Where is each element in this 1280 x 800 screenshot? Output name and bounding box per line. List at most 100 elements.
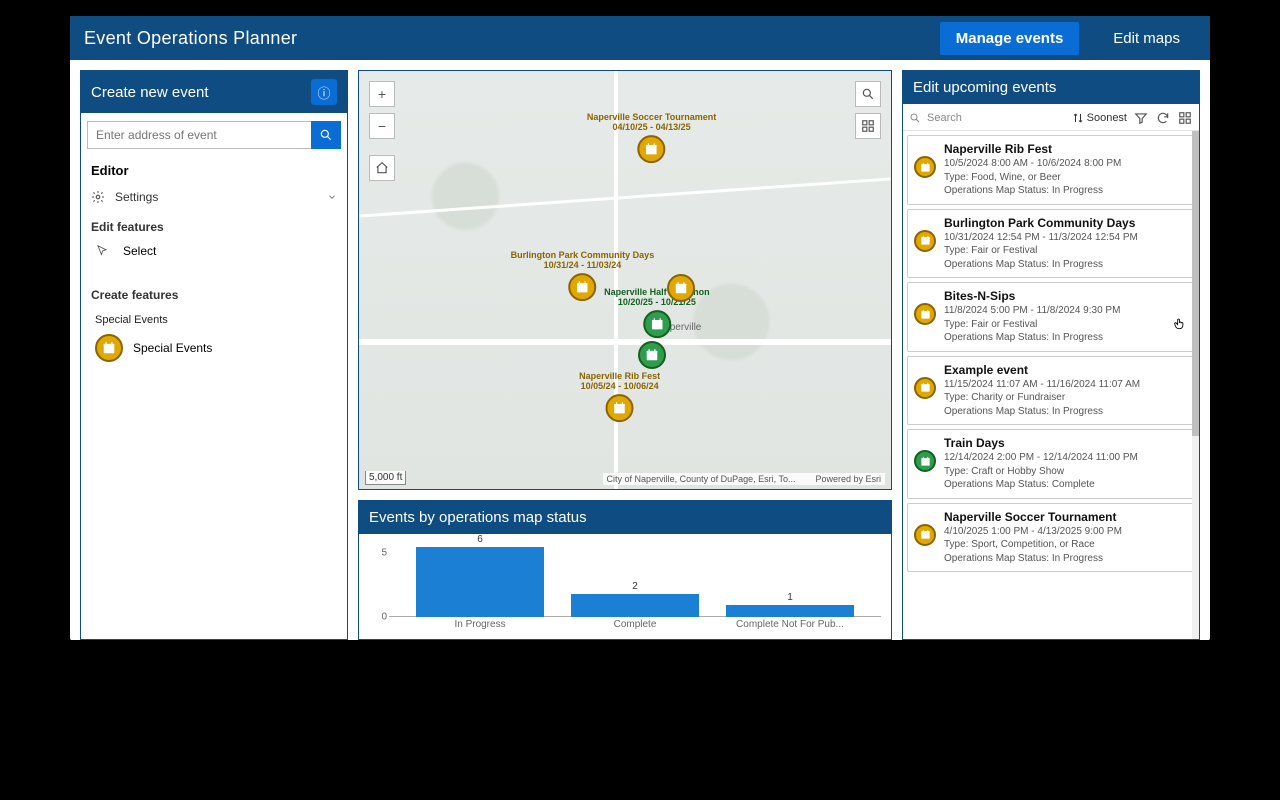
event-type: Type: Sport, Competition, or Race <box>944 538 1186 552</box>
create-event-title: Create new event <box>91 84 209 101</box>
event-dates: 10/5/2024 8:00 AM - 10/6/2024 8:00 PM <box>944 157 1186 171</box>
y-tick: 0 <box>381 612 387 623</box>
map-marker[interactable] <box>667 274 695 302</box>
event-title: Naperville Soccer Tournament <box>944 510 1186 524</box>
event-title: Bites-N-Sips <box>944 289 1186 303</box>
grid-icon <box>861 119 875 133</box>
address-search-input[interactable] <box>87 121 311 149</box>
event-type: Type: Craft or Hobby Show <box>944 465 1186 479</box>
event-type: Type: Charity or Fundraiser <box>944 391 1186 405</box>
chart: 0 5 6 2 1 In Progress Complete Complete Not F… <box>359 534 891 639</box>
marker-label: Naperville Soccer Tournament04/10/25 - 0… <box>587 113 716 133</box>
event-dates: 12/14/2024 2:00 PM - 12/14/2024 11:00 PM <box>944 451 1186 465</box>
filter-icon <box>1134 111 1148 125</box>
bar-value: 6 <box>477 534 483 545</box>
event-title: Example event <box>944 363 1186 377</box>
search-icon <box>861 87 875 101</box>
sort-button[interactable]: Soonest <box>1072 112 1127 124</box>
search-icon <box>909 112 921 124</box>
select-label: Select <box>123 244 156 258</box>
map-marker[interactable]: Naperville Rib Fest10/05/24 - 10/06/24 <box>579 372 660 422</box>
event-title: Naperville Rib Fest <box>944 142 1186 156</box>
settings-row[interactable]: Settings <box>81 184 347 210</box>
event-type: Type: Food, Wine, or Beer <box>944 171 1186 185</box>
event-status: Operations Map Status: Complete <box>944 478 1186 492</box>
info-icon[interactable]: ⓘ <box>311 79 337 105</box>
event-status: Operations Map Status: In Progress <box>944 184 1186 198</box>
editor-section-title: Editor <box>81 155 347 184</box>
event-title: Train Days <box>944 436 1186 450</box>
map[interactable]: Naperville Naperville Soccer Tournament0… <box>359 71 891 489</box>
gear-icon <box>91 190 105 204</box>
search-map-button[interactable] <box>855 81 881 107</box>
select-tool[interactable]: Select <box>81 238 347 264</box>
event-list-item[interactable]: Example event 11/15/2024 11:07 AM - 11/1… <box>907 356 1195 426</box>
calendar-icon <box>638 341 666 369</box>
edit-upcoming-title: Edit upcoming events <box>913 79 1056 96</box>
event-list-item[interactable]: Bites-N-Sips 11/8/2024 5:00 PM - 11/8/20… <box>907 282 1195 352</box>
address-search-button[interactable] <box>311 121 341 149</box>
map-marker[interactable] <box>638 341 666 369</box>
event-status: Operations Map Status: In Progress <box>944 331 1186 345</box>
calendar-icon <box>914 230 936 252</box>
y-tick: 5 <box>381 547 387 558</box>
settings-label: Settings <box>115 190 158 204</box>
grid-icon <box>1178 111 1192 125</box>
calendar-icon <box>606 394 634 422</box>
edit-maps-button[interactable]: Edit maps <box>1097 22 1196 55</box>
marker-label: Burlington Park Community Days10/31/24 -… <box>511 251 655 271</box>
edit-features-label: Edit features <box>81 210 347 238</box>
search-icon <box>319 128 333 142</box>
refresh-button[interactable] <box>1155 110 1171 126</box>
map-marker[interactable]: Naperville Soccer Tournament04/10/25 - 0… <box>587 113 716 163</box>
bar: 2 <box>571 581 699 617</box>
bar: 1 <box>726 592 854 617</box>
map-scale: 5,000 ft <box>365 471 406 485</box>
bar: 6 <box>416 534 544 617</box>
calendar-icon <box>638 135 666 163</box>
event-list-item[interactable]: Naperville Soccer Tournament 4/10/2025 1… <box>907 503 1195 573</box>
calendar-icon <box>914 377 936 399</box>
cursor-icon <box>95 244 109 258</box>
event-search-input[interactable]: Search <box>909 112 1066 124</box>
create-features-label: Create features <box>81 278 347 306</box>
calendar-icon <box>914 156 936 178</box>
marker-label: Naperville Rib Fest10/05/24 - 10/06/24 <box>579 372 660 392</box>
zoom-in-button[interactable]: + <box>369 81 395 107</box>
x-label: Complete Not For Pub... <box>736 619 844 630</box>
scrollbar-thumb[interactable] <box>1192 131 1199 436</box>
x-label: Complete <box>614 619 657 630</box>
home-icon <box>375 161 389 175</box>
event-list[interactable]: Naperville Rib Fest 10/5/2024 8:00 AM - … <box>903 131 1199 639</box>
zoom-out-button[interactable]: − <box>369 113 395 139</box>
manage-events-button[interactable]: Manage events <box>940 22 1080 55</box>
filter-button[interactable] <box>1133 110 1149 126</box>
calendar-icon <box>914 450 936 472</box>
event-list-item[interactable]: Burlington Park Community Days 10/31/202… <box>907 209 1195 279</box>
map-attribution: City of Naperville, County of DuPage, Es… <box>603 473 885 485</box>
event-status: Operations Map Status: In Progress <box>944 552 1186 566</box>
event-list-item[interactable]: Train Days 12/14/2024 2:00 PM - 12/14/20… <box>907 429 1195 499</box>
calendar-icon <box>95 334 123 362</box>
feature-template-special-events[interactable]: Special Events <box>81 328 347 368</box>
event-dates: 10/31/2024 12:54 PM - 11/3/2024 12:54 PM <box>944 231 1186 245</box>
sort-label: Soonest <box>1087 112 1127 124</box>
sort-icon <box>1072 112 1084 124</box>
calendar-icon <box>568 273 596 301</box>
home-button[interactable] <box>369 155 395 181</box>
x-label: In Progress <box>454 619 505 630</box>
basemap-button[interactable] <box>855 113 881 139</box>
feature-template-label: Special Events <box>133 341 212 355</box>
event-list-item[interactable]: Naperville Rib Fest 10/5/2024 8:00 AM - … <box>907 135 1195 205</box>
event-title: Burlington Park Community Days <box>944 216 1186 230</box>
event-dates: 11/15/2024 11:07 AM - 11/16/2024 11:07 A… <box>944 378 1186 392</box>
calendar-icon <box>643 310 671 338</box>
app-title: Event Operations Planner <box>84 28 297 49</box>
layout-toggle-button[interactable] <box>1177 110 1193 126</box>
calendar-icon <box>914 524 936 546</box>
layer-name: Special Events <box>81 306 347 328</box>
calendar-icon <box>667 274 695 302</box>
calendar-icon <box>914 303 936 325</box>
event-status: Operations Map Status: In Progress <box>944 258 1186 272</box>
event-dates: 4/10/2025 1:00 PM - 4/13/2025 9:00 PM <box>944 525 1186 539</box>
